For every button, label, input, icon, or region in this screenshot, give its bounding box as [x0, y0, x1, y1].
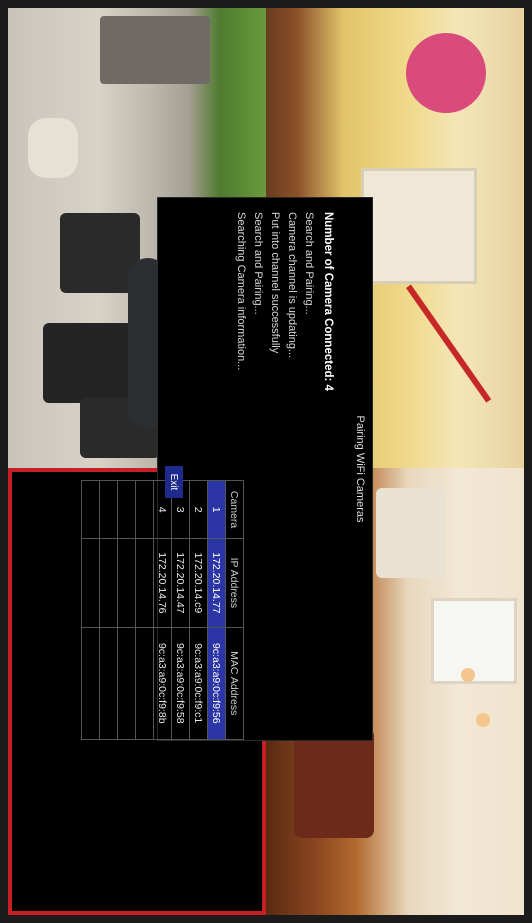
table-row[interactable]: 2 172.20.14.c9 9c:a3:a9:0c:f9:c1	[189, 480, 208, 740]
status-line: Search and Pairing...	[252, 212, 264, 315]
status-line: Put into channel successfully	[269, 212, 281, 354]
table-row[interactable]: 3 172.20.14.47 9c:a3:a9:0c:f9:58	[171, 480, 190, 740]
table-row[interactable]: 4 172.20.14.76 9c:a3:a9:0c:f9:8b	[153, 480, 172, 740]
cell-camera	[135, 480, 154, 539]
pairing-dialog-wrapper: Pairing WiFi Cameras Number of Camera Co…	[81, 197, 373, 741]
grill-shape	[100, 16, 210, 84]
cell-mac: 9c:a3:a9:0c:f9:8b	[153, 627, 172, 740]
chair-shape	[43, 323, 133, 403]
table-row[interactable]: 1 172.20.14.77 9c:a3:a9:0c:f9:56	[207, 480, 226, 740]
dialog-title: Pairing WiFi Cameras	[354, 415, 366, 523]
lamp-shape	[461, 668, 475, 682]
cell-ip	[117, 538, 136, 628]
cell-mac	[117, 627, 136, 740]
planter-shape	[28, 118, 78, 178]
cell-mac: 9c:a3:a9:0c:f9:c1	[189, 627, 208, 740]
cell-mac	[135, 627, 154, 740]
cell-mac: 9c:a3:a9:0c:f9:58	[171, 627, 190, 740]
status-log: Number of Camera Connected: 4 Search and…	[232, 212, 336, 472]
cell-camera: 1	[207, 480, 226, 539]
status-line-connected: Number of Camera Connected: 4	[322, 212, 334, 391]
cell-camera	[99, 480, 118, 539]
cell-camera	[81, 480, 100, 539]
status-line: Searching Camera information...	[235, 212, 247, 371]
exit-button[interactable]: Exit	[165, 466, 183, 498]
cell-mac: 9c:a3:a9:0c:f9:56	[207, 627, 226, 740]
cell-mac	[99, 627, 118, 740]
table-row-empty	[81, 480, 100, 740]
column-header-camera: Camera	[225, 480, 244, 539]
cell-ip: 172.20.14.47	[171, 538, 190, 628]
cell-ip: 172.20.14.76	[153, 538, 172, 628]
sofa-shape	[294, 728, 374, 838]
cell-ip	[99, 538, 118, 628]
cell-ip: 172.20.14.c9	[189, 538, 208, 628]
pairing-dialog: Pairing WiFi Cameras Number of Camera Co…	[81, 197, 373, 741]
cell-ip	[135, 538, 154, 628]
cell-ip: 172.20.14.77	[207, 538, 226, 628]
range-hood-shape	[376, 488, 446, 578]
status-line: Search and Pairing...	[303, 212, 315, 315]
table-row-empty	[99, 480, 118, 740]
column-header-mac: MAC Address	[225, 627, 244, 740]
lamp-shape	[476, 713, 490, 727]
table-row-empty	[117, 480, 136, 740]
table-header-row: Camera IP Address MAC Address	[225, 480, 244, 740]
flowers-shape	[406, 33, 486, 113]
status-line: Camera channel is updating...	[286, 212, 298, 359]
cell-mac	[81, 627, 100, 740]
table-row-empty	[135, 480, 154, 740]
camera-table: Camera IP Address MAC Address 1 172.20.1…	[81, 480, 244, 740]
cell-ip	[81, 538, 100, 628]
cell-camera	[117, 480, 136, 539]
cell-camera: 2	[189, 480, 208, 539]
column-header-ip: IP Address	[225, 538, 244, 628]
stair-rail-shape	[406, 284, 492, 403]
door-shape	[361, 168, 477, 284]
